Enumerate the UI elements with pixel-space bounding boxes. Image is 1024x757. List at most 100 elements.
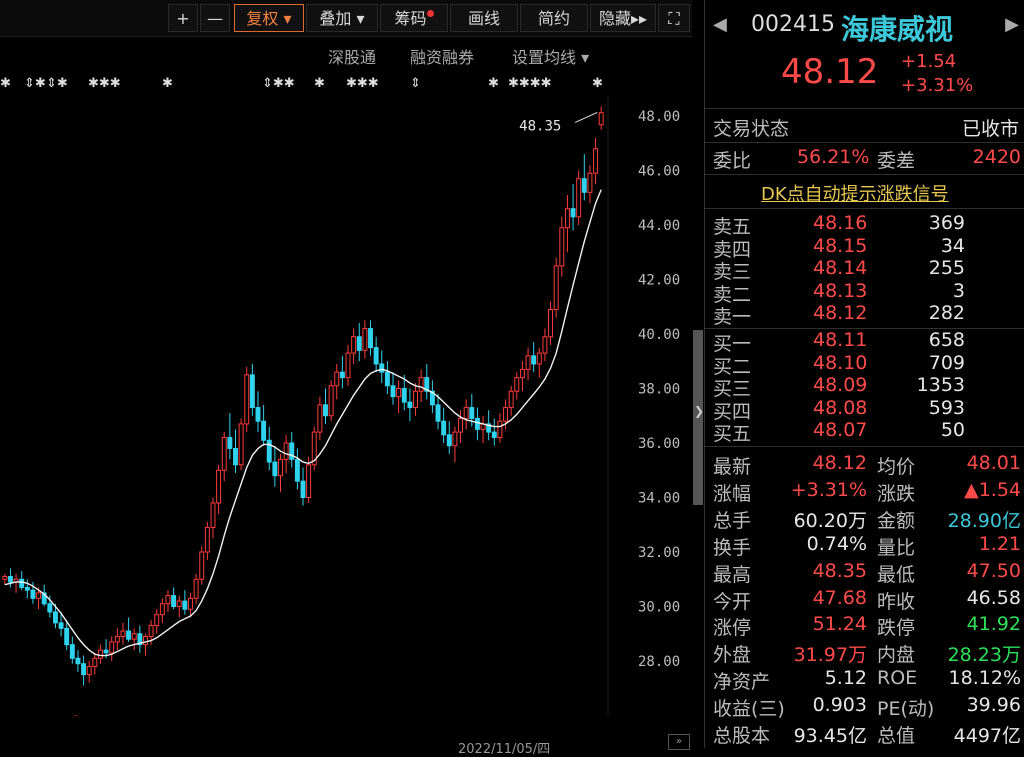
ask-row[interactable]: 卖二 48.13 3 (705, 280, 1024, 306)
candle[interactable] (519, 361, 525, 392)
candle[interactable] (294, 448, 300, 490)
candle[interactable] (548, 301, 554, 345)
candle[interactable] (373, 336, 379, 373)
bid-row[interactable]: 买五 48.07 50 (705, 419, 1024, 445)
candle[interactable] (114, 628, 120, 651)
event-marker-icon[interactable]: ✱✱✱ (88, 76, 121, 91)
candle[interactable] (300, 467, 306, 506)
candle[interactable] (266, 426, 272, 471)
prev-stock-icon[interactable]: ◀ (713, 14, 727, 35)
event-marker-icon[interactable]: ✱✱✱ (346, 76, 379, 91)
candle[interactable] (531, 342, 537, 373)
candle[interactable] (390, 372, 396, 405)
kline-panel[interactable]: + — 复权 ▾ 叠加 ▾ 筹码 画线 简约 隐藏▸▸ ⛶ 深股通 融资融券 设… (0, 0, 704, 757)
candle[interactable] (356, 323, 362, 362)
candle[interactable] (570, 184, 576, 231)
candle[interactable] (474, 407, 480, 441)
event-marker-icon[interactable]: ✱ (592, 76, 603, 91)
candle[interactable] (564, 195, 570, 253)
jianyue-button[interactable]: 简约 (520, 4, 588, 32)
candle[interactable] (289, 432, 295, 468)
candle[interactable] (154, 609, 160, 634)
shengutong-link[interactable]: 深股通 (328, 44, 376, 68)
candle[interactable] (452, 426, 458, 463)
candle[interactable] (598, 106, 604, 130)
candle[interactable] (227, 413, 233, 460)
candle[interactable] (216, 464, 222, 514)
candle[interactable] (142, 633, 148, 656)
dk-signal-link[interactable]: DK点自动提示涨跌信号 (761, 180, 949, 206)
candle[interactable] (204, 522, 210, 561)
event-marker-icon[interactable]: ✱ (488, 76, 499, 91)
candle[interactable] (255, 391, 261, 433)
candle[interactable] (441, 407, 447, 443)
candle[interactable] (491, 418, 497, 446)
sell-signal-marker[interactable]: S (70, 714, 80, 716)
candle[interactable] (210, 497, 216, 539)
candle[interactable] (75, 650, 81, 672)
candle[interactable] (429, 380, 435, 414)
bid-row[interactable]: 买一 48.11 658 (705, 329, 1024, 355)
huaxian-button[interactable]: 画线 (450, 4, 518, 32)
candle[interactable] (576, 170, 582, 226)
candle[interactable] (413, 383, 418, 416)
candle[interactable] (311, 426, 317, 471)
candle[interactable] (384, 361, 390, 394)
candle[interactable] (559, 216, 565, 277)
candle[interactable] (525, 347, 531, 381)
candle[interactable] (514, 372, 520, 400)
candle[interactable] (261, 404, 267, 446)
candle[interactable] (69, 636, 75, 664)
candle[interactable] (19, 571, 25, 591)
candle[interactable] (238, 418, 244, 471)
candle[interactable] (497, 413, 503, 443)
event-marker-icon[interactable]: ⇕✱✱ (262, 76, 295, 91)
candle[interactable] (171, 587, 177, 610)
candle[interactable] (446, 421, 452, 454)
bid-row[interactable]: 买三 48.09 1353 (705, 374, 1024, 400)
candle[interactable] (120, 622, 126, 645)
event-marker-icon[interactable]: ✱✱✱✱ (508, 76, 552, 91)
candle[interactable] (435, 393, 441, 430)
ask-row[interactable]: 卖五 48.16 369 (705, 212, 1024, 238)
candle[interactable] (317, 396, 323, 441)
candle[interactable] (379, 350, 385, 384)
rzrq-link[interactable]: 融资融券 (410, 44, 474, 68)
candle[interactable] (249, 363, 255, 416)
candle[interactable] (97, 644, 103, 664)
chouma-button[interactable]: 筹码 (380, 4, 448, 32)
candle[interactable] (24, 579, 30, 599)
event-marker-icon[interactable]: ✱ (0, 76, 11, 91)
candle[interactable] (424, 363, 430, 400)
candle[interactable] (182, 590, 188, 615)
candle[interactable] (13, 573, 19, 593)
chevron-right-icon[interactable]: ❯ (694, 404, 704, 418)
candle[interactable] (351, 328, 357, 364)
candle[interactable] (536, 347, 542, 378)
zoom-out-button[interactable]: — (200, 4, 230, 32)
candlestick-chart[interactable]: 48.00 46.00 44.00 42.00 40.00 38.00 36.00 34.00… (0, 96, 692, 716)
bid-row[interactable]: 买二 48.10 709 (705, 352, 1024, 378)
fullscreen-icon[interactable]: ⛶ (658, 4, 690, 32)
candle[interactable] (81, 655, 87, 686)
candle[interactable] (278, 453, 283, 493)
candle[interactable] (480, 415, 486, 443)
candle[interactable] (2, 573, 8, 585)
candle[interactable] (463, 399, 469, 430)
candle[interactable] (508, 385, 514, 416)
candle[interactable] (542, 328, 548, 362)
candle[interactable] (199, 546, 205, 585)
fuquan-dropdown[interactable]: 复权 ▾ (234, 4, 304, 32)
candle[interactable] (137, 625, 143, 653)
event-marker-icon[interactable]: ⇕✱ (24, 76, 46, 91)
candle[interactable] (109, 636, 115, 661)
candle[interactable] (233, 429, 238, 473)
candle[interactable] (193, 573, 199, 604)
zoom-in-button[interactable]: + (168, 4, 198, 32)
candle[interactable] (581, 154, 587, 201)
event-marker-icon[interactable]: ✱ (162, 76, 173, 91)
next-stock-icon[interactable]: ▶ (1005, 14, 1019, 35)
candle[interactable] (7, 568, 13, 588)
candle[interactable] (418, 369, 424, 403)
candle[interactable] (92, 652, 98, 675)
